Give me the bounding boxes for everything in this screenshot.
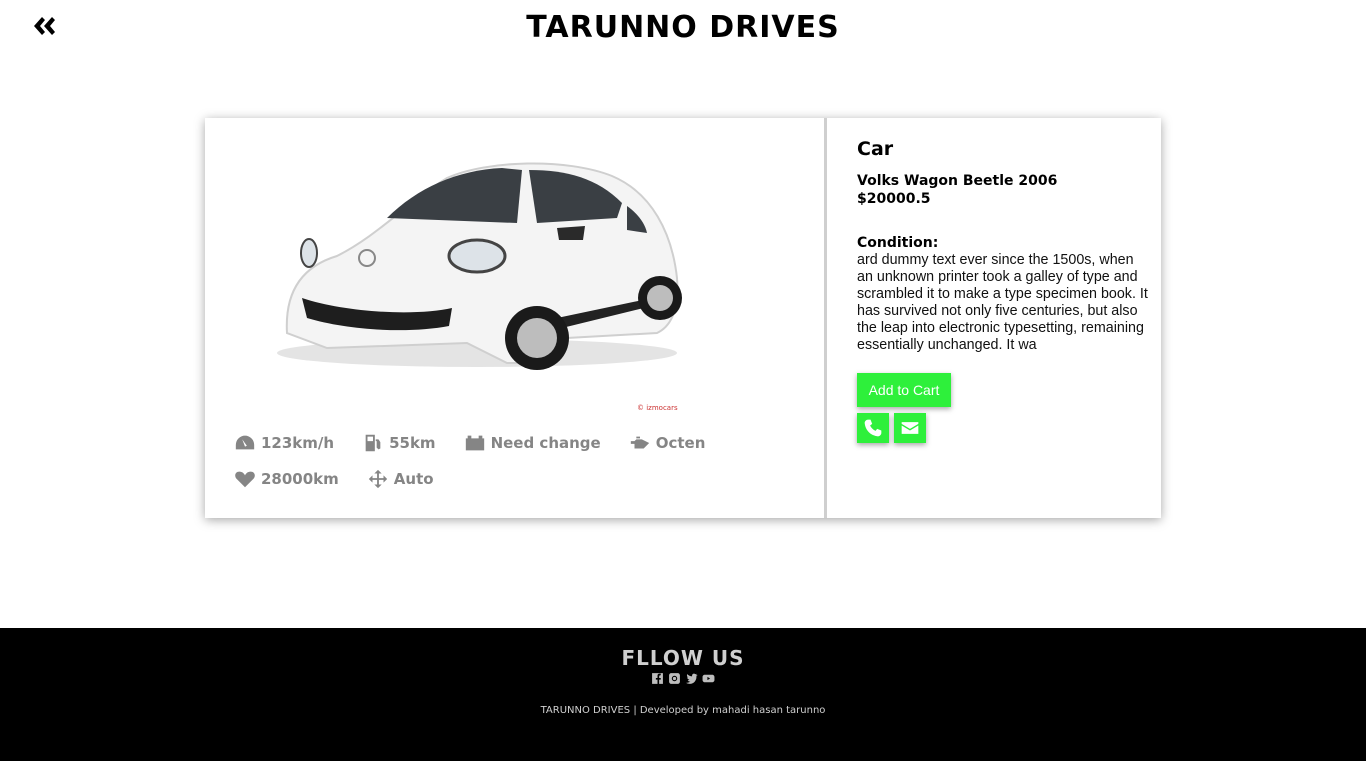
spec-item: Auto: [367, 468, 434, 490]
phone-icon: [864, 419, 882, 437]
footer: FLLOW US TARUNNO DRIVES | Developed by m…: [0, 628, 1366, 761]
social-links: [0, 672, 1366, 685]
spec-value: Octen: [655, 434, 706, 452]
fuel-pump-icon: [365, 434, 381, 452]
email-button[interactable]: [894, 413, 926, 443]
product-card: © izmocars 123km/h 55km Need change Octe…: [205, 118, 1161, 518]
follow-us-title: FLLOW US: [621, 646, 745, 670]
heartbeat-icon: [235, 471, 255, 488]
facebook-icon: [652, 673, 663, 684]
spec-value: 28000km: [261, 470, 339, 488]
car-image: © izmocars: [277, 162, 682, 412]
spec-value: 55km: [389, 434, 436, 452]
twitter-icon: [686, 673, 698, 684]
add-to-cart-button[interactable]: Add to Cart: [857, 373, 951, 407]
site-title: TARUNNO DRIVES: [526, 10, 840, 45]
spec-item: 55km: [362, 432, 436, 454]
facebook-link[interactable]: [651, 672, 665, 685]
product-media: © izmocars 123km/h 55km Need change Octe…: [205, 118, 827, 518]
product-category: Car: [857, 138, 894, 160]
envelope-icon: [901, 422, 919, 434]
youtube-link[interactable]: [702, 672, 716, 685]
spec-item: 123km/h: [234, 432, 334, 454]
youtube-icon: [702, 674, 715, 683]
spec-value: Auto: [393, 470, 434, 488]
product-name: Volks Wagon Beetle 2006: [857, 173, 1058, 189]
image-watermark: © izmocars: [637, 404, 678, 412]
product-details: Car Volks Wagon Beetle 2006 $20000.5 Con…: [827, 118, 1161, 518]
footer-credits: TARUNNO DRIVES | Developed by mahadi has…: [540, 705, 826, 716]
instagram-icon: [669, 673, 680, 684]
spec-item: Octen: [629, 432, 706, 454]
condition-text: ard dummy text ever since the 1500s, whe…: [857, 252, 1148, 353]
instagram-link[interactable]: [668, 672, 682, 685]
spec-item: Need change: [464, 432, 601, 454]
arrows-move-icon: [368, 469, 387, 489]
oil-can-icon: [630, 436, 649, 449]
condition-label: Condition:: [857, 235, 939, 251]
call-button[interactable]: [857, 413, 889, 443]
spec-value: 123km/h: [261, 434, 335, 452]
spec-value: Need change: [490, 434, 601, 452]
twitter-link[interactable]: [685, 672, 699, 685]
battery-icon: [465, 435, 484, 451]
spec-list: 123km/h 55km Need change Octen 28000km A…: [234, 432, 824, 490]
speedometer-icon: [235, 435, 255, 450]
product-price: $20000.5: [857, 191, 931, 207]
spec-item: 28000km: [234, 468, 339, 490]
